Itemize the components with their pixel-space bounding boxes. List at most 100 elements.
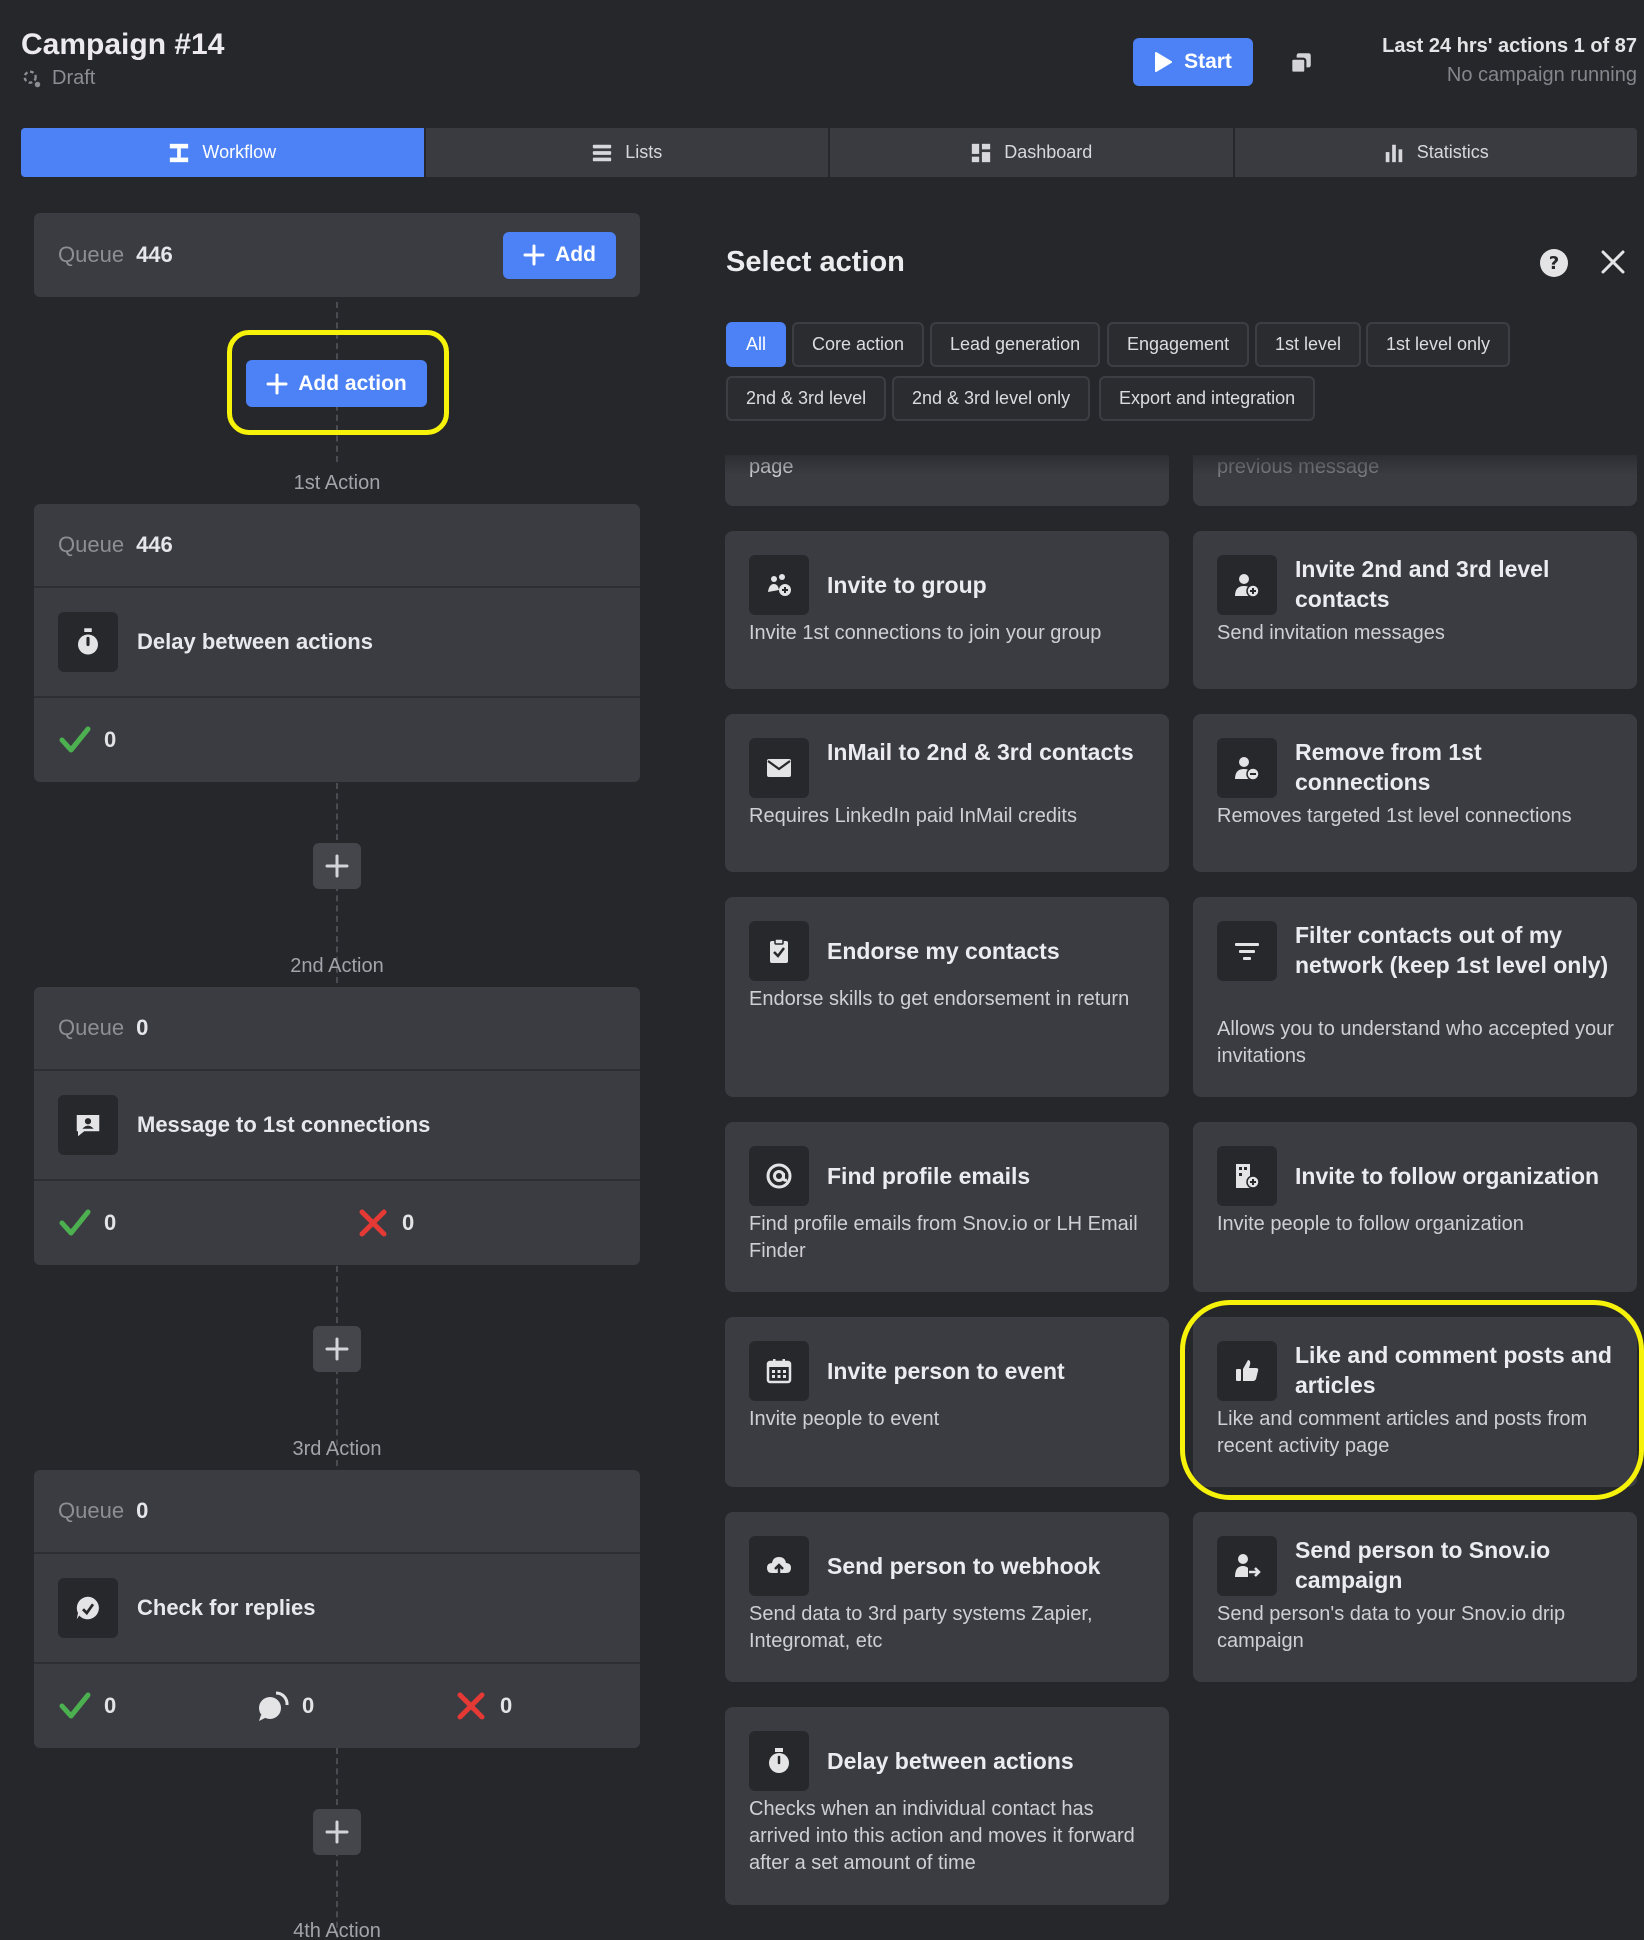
action-name: Delay between actions [137,629,373,654]
play-icon [1155,52,1173,72]
filter-engagement[interactable]: Engagement [1107,322,1250,367]
action-option-inmail[interactable]: InMail to 2nd & 3rd contacts Requires Li… [725,714,1169,872]
card-title: Like and comment posts and articles [1295,1342,1612,1398]
card-title: Invite to group [827,572,987,598]
action-option-remove-1st[interactable]: Remove from 1st connections Removes targ… [1193,714,1637,872]
card-title: Endorse my contacts [827,938,1060,964]
help-icon[interactable]: ? [1539,248,1569,278]
filter-2nd-3rd-level-only[interactable]: 2nd & 3rd level only [892,376,1091,421]
reply-check-icon [58,1578,118,1638]
tab-label: Statistics [1416,142,1489,162]
card-title: Invite person to event [827,1358,1065,1384]
card-title: Send person to webhook [827,1553,1101,1579]
person-add-icon [1217,555,1277,615]
campaign-status-label: Draft [52,67,96,89]
tab-statistics[interactable]: Statistics [1234,128,1637,177]
success-stat: 0 [58,723,116,757]
tab-workflow[interactable]: Workflow [21,128,426,177]
top-queue-card: Queue 446 Add [34,213,640,297]
plus-icon [325,1337,349,1361]
panel-title: Select action [726,246,905,278]
card-title: Send person to Snov.io campaign [1295,1537,1551,1593]
svg-text:?: ? [1549,253,1559,274]
campaign-status: Draft [21,67,95,90]
insert-action-button[interactable] [313,1326,361,1372]
action-card-check-replies[interactable]: Queue 0 Check for replies 0 0 0 [34,1470,640,1748]
filter-core-action[interactable]: Core action [792,322,925,367]
failed-count: 0 [402,1210,415,1235]
checkmark-icon [59,1692,91,1719]
action-option-webhook[interactable]: Send person to webhook Send data to 3rd … [725,1512,1169,1682]
plus-icon [325,854,349,878]
action-option-follow-org[interactable]: Invite to follow organization Invite peo… [1193,1122,1637,1292]
filter-1st-level[interactable]: 1st level [1255,322,1362,367]
action-card-delay[interactable]: Queue 446 Delay between actions 0 [34,504,640,782]
plus-icon [523,244,545,266]
cloud-upload-icon [749,1536,809,1596]
start-button[interactable]: Start [1133,38,1253,86]
action-option-snovio-campaign[interactable]: Send person to Snov.io campaign Send per… [1193,1512,1637,1682]
stopwatch-icon [749,1731,809,1791]
tab-dashboard[interactable]: Dashboard [830,128,1235,177]
endorse-icon [749,921,809,981]
tab-label: Lists [625,142,663,162]
filter-1st-level-only[interactable]: 1st level only [1366,322,1511,367]
copy-icon[interactable] [1288,50,1314,76]
add-action-button[interactable]: Add action [246,360,427,407]
replied-stat: 0 [256,1689,454,1723]
card-desc: Send data to 3rd party systems Zapier, I… [749,1603,1093,1652]
message-icon [58,1095,118,1155]
calendar-icon [749,1341,809,1401]
step-label: 4th Action [293,1920,381,1940]
insert-action-button[interactable] [313,1809,361,1855]
action-option-filter-contacts[interactable]: Filter contacts out of my network (keep … [1193,897,1637,1097]
card-desc: Like and comment articles and posts from… [1217,1408,1588,1457]
add-action-label: Add action [298,371,407,395]
card-desc: Requires LinkedIn paid InMail credits [749,805,1077,827]
cross-icon [359,1209,387,1237]
action-option-delay[interactable]: Delay between actions Checks when an ind… [725,1707,1169,1905]
queue-count: 0 [136,1015,149,1040]
actions-prefix: Last 24 hrs' actions [1382,35,1569,57]
tab-lists[interactable]: Lists [425,128,830,177]
stopwatch-icon [58,612,118,672]
close-icon[interactable] [1599,248,1627,276]
dashboard-icon [972,143,991,162]
add-button[interactable]: Add [503,231,616,279]
tab-label: Dashboard [1004,142,1093,162]
action-option-invite-event[interactable]: Invite person to event Invite people to … [725,1317,1169,1487]
workflow-icon [170,143,189,162]
plus-icon [325,1820,349,1844]
action-name: Message to 1st connections [137,1112,431,1137]
statistics-icon [1385,144,1402,162]
thumbs-up-icon [1217,1341,1277,1401]
queue-label: Queue [58,1498,125,1523]
card-desc: Invite people to event [749,1408,940,1430]
scroll-fade [700,445,1644,475]
person-remove-icon [1217,738,1277,798]
add-button-label: Add [555,243,596,266]
action-option-find-emails[interactable]: Find profile emails Find profile emails … [725,1122,1169,1292]
filter-lead-generation[interactable]: Lead generation [930,322,1101,367]
action-option-endorse[interactable]: Endorse my contacts Endorse skills to ge… [725,897,1169,1097]
card-title: InMail to 2nd & 3rd contacts [827,739,1134,765]
campaign-title: Campaign #14 [21,28,225,61]
success-count: 0 [104,1210,117,1235]
action-card-message[interactable]: Queue 0 Message to 1st connections 0 0 [34,987,640,1265]
failed-stat: 0 [356,1206,414,1240]
failed-count: 0 [500,1693,513,1718]
action-option-like-comment[interactable]: Like and comment posts and articles Like… [1193,1317,1637,1487]
card-title: Find profile emails [827,1163,1031,1189]
success-stat: 0 [58,1206,356,1240]
queue-count: 446 [136,242,173,267]
step-label: 2nd Action [290,955,384,977]
action-option-invite-2nd-3rd[interactable]: Invite 2nd and 3rd level contacts Send i… [1193,531,1637,689]
filter-export-integration[interactable]: Export and integration [1099,376,1316,421]
action-option-invite-to-group[interactable]: Invite to group Invite 1st connections t… [725,531,1169,689]
actions-count: 1 of 87 [1573,35,1637,57]
filter-2nd-3rd-level[interactable]: 2nd & 3rd level [726,376,887,421]
insert-action-button[interactable] [313,843,361,889]
running-status: No campaign running [1446,64,1637,86]
organization-add-icon [1217,1146,1277,1206]
filter-all[interactable]: All [726,322,787,367]
